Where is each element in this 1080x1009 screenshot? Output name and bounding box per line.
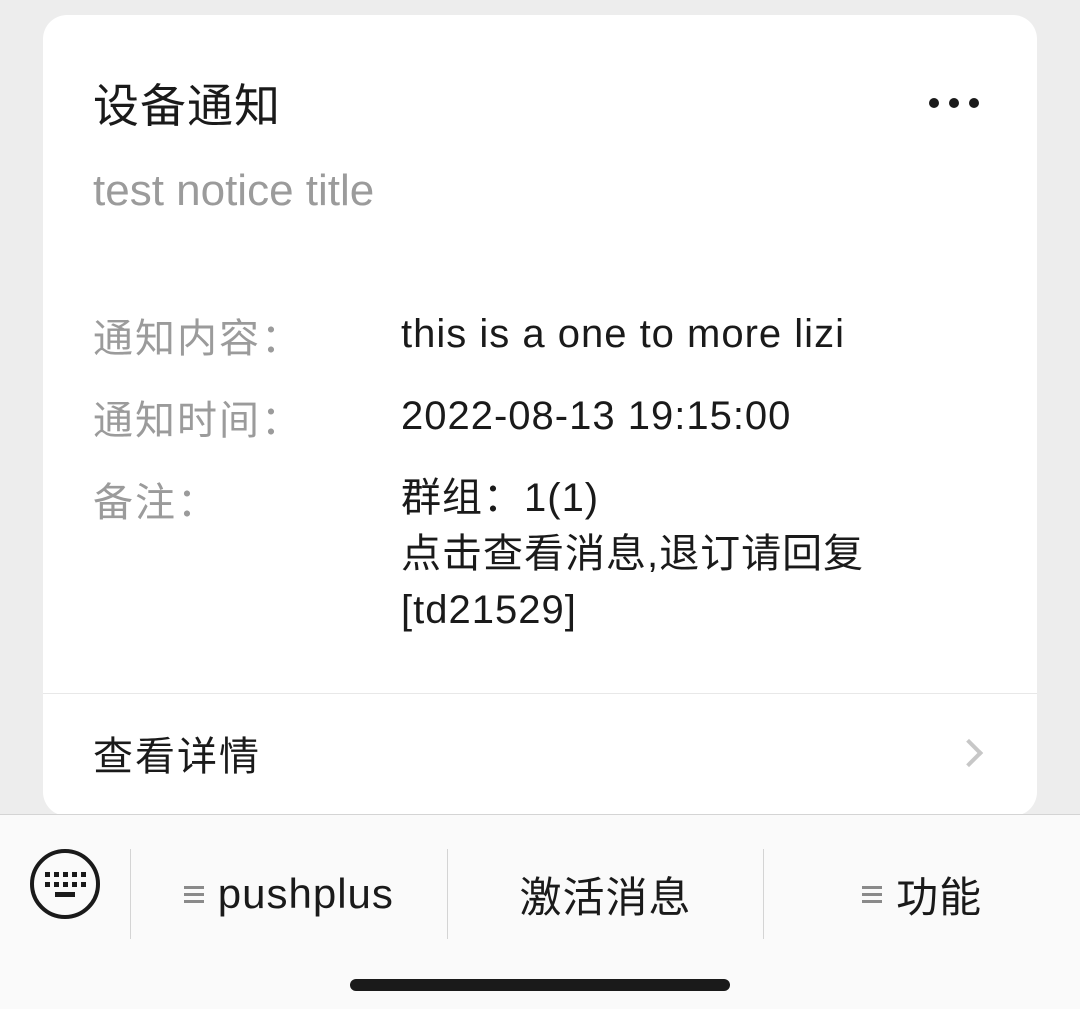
- row-label: 备注：: [93, 470, 401, 528]
- keyboard-button[interactable]: [0, 849, 130, 919]
- notification-card: 设备通知 test notice title 通知内容： this is a o…: [43, 15, 1037, 816]
- row-value: this is a one to more lizi: [401, 306, 845, 362]
- card-title: 设备通知: [93, 70, 281, 136]
- row-value: 群组：1(1) 点击查看消息,退订请回复[td21529]: [401, 470, 987, 638]
- card-subtitle: test notice title: [43, 136, 1037, 216]
- tab-label: 激活消息: [520, 864, 692, 925]
- home-indicator[interactable]: [350, 979, 730, 991]
- row-remark: 备注： 群组：1(1) 点击查看消息,退订请回复[td21529]: [93, 470, 987, 638]
- footer-text: 查看详情: [93, 724, 261, 782]
- tab-label: 功能: [896, 864, 982, 925]
- card-header: 设备通知: [43, 15, 1037, 136]
- row-label: 通知内容：: [93, 306, 401, 364]
- view-details-button[interactable]: 查看详情: [43, 693, 1037, 816]
- more-icon[interactable]: [929, 98, 987, 108]
- row-value: 2022-08-13 19:15:00: [401, 388, 791, 444]
- row-time: 通知时间： 2022-08-13 19:15:00: [93, 388, 987, 446]
- card-body: 通知内容： this is a one to more lizi 通知时间： 2…: [43, 216, 1037, 693]
- row-content: 通知内容： this is a one to more lizi: [93, 306, 987, 364]
- chevron-right-icon: [955, 739, 983, 767]
- tab-pushplus[interactable]: pushplus: [130, 849, 447, 939]
- tab-activate[interactable]: 激活消息: [447, 849, 764, 939]
- row-label: 通知时间：: [93, 388, 401, 446]
- tab-functions[interactable]: 功能: [763, 849, 1080, 939]
- tab-label: pushplus: [218, 870, 394, 918]
- keyboard-icon: [30, 849, 100, 919]
- menu-icon: [184, 886, 204, 903]
- menu-icon: [862, 886, 882, 903]
